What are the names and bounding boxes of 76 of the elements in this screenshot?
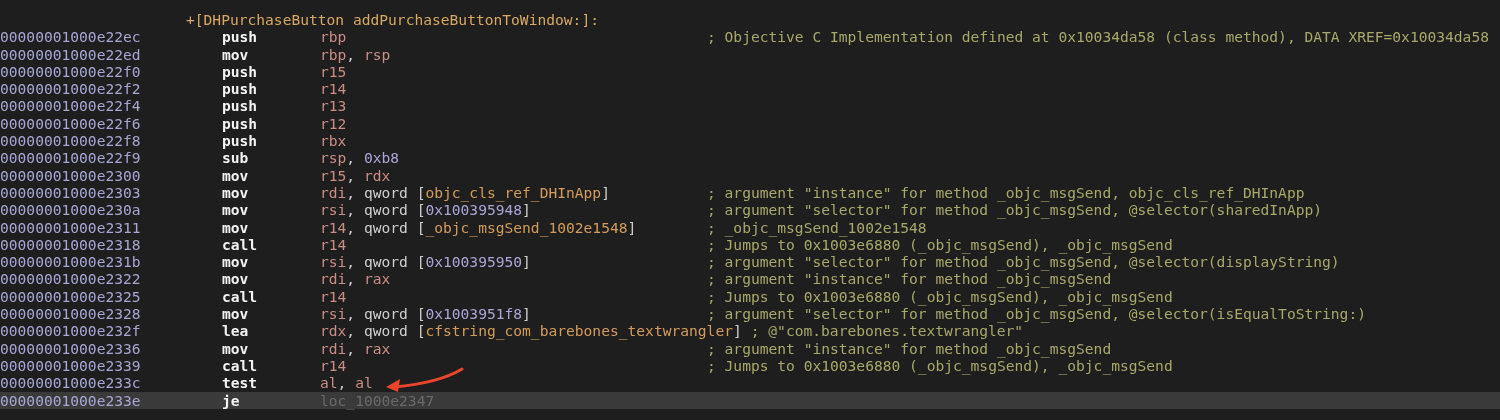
operands: r15 xyxy=(320,62,347,80)
operands: al, al xyxy=(320,374,373,392)
mnemonic: mov xyxy=(222,166,250,184)
operands: r14 xyxy=(320,80,347,98)
mnemonic: mov xyxy=(222,45,250,63)
mnemonic: mov xyxy=(222,253,250,271)
procedure-header: +[DHPurchaseButton addPurchaseButtonToWindow:]: xyxy=(186,11,599,29)
operands: rsi, qword [0x100395948] xyxy=(320,201,531,219)
mnemonic: push xyxy=(222,97,259,115)
comment: ; Objective C Implementation defined at 0x10034da58 (class method), DATA XREF=0x10034da58 xyxy=(707,28,1489,46)
mnemonic: sub xyxy=(222,149,250,167)
address: 00000001000e2339 xyxy=(0,356,142,375)
address: 00000001000e2300 xyxy=(0,166,142,184)
operands: rdx, qword [cfstring_com_barebones_textwrangler] xyxy=(320,322,742,340)
address: 00000001000e232f xyxy=(0,322,142,340)
operands: r14 xyxy=(320,287,347,305)
comment: ; argument "selector" for method _objc_msgSend, @selector(displayString) xyxy=(707,253,1340,271)
address: 00000001000e2303 xyxy=(0,183,142,202)
address: 00000001000e230a xyxy=(0,201,142,219)
address: 00000001000e22f8 xyxy=(0,132,142,150)
mnemonic: mov xyxy=(222,218,250,236)
address: 00000001000e22f2 xyxy=(0,80,142,98)
address: 00000001000e2328 xyxy=(0,305,142,323)
mnemonic: mov xyxy=(222,183,250,202)
address: 00000001000e22f0 xyxy=(0,62,142,81)
comment: ; argument "instance" for method _objc_msgSend xyxy=(707,339,1112,357)
mnemonic: push xyxy=(222,62,259,81)
mnemonic: lea xyxy=(222,322,250,340)
mnemonic: call xyxy=(222,235,259,254)
mnemonic: mov xyxy=(222,305,250,323)
operands: rbp xyxy=(320,28,347,46)
address: 00000001000e233c xyxy=(0,374,142,392)
operands: rdi, qword [objc_cls_ref_DHInApp] xyxy=(320,183,610,201)
operands: r14 xyxy=(320,235,347,253)
operands: rsp, 0xb8 xyxy=(320,149,400,167)
mnemonic: push xyxy=(222,114,259,133)
operands: rdi, rax xyxy=(320,270,391,288)
mnemonic: call xyxy=(222,287,259,306)
operands: r15, rdx xyxy=(320,166,391,184)
mnemonic: mov xyxy=(222,339,250,357)
address: 00000001000e2322 xyxy=(0,270,142,288)
operands: r12 xyxy=(320,114,347,132)
mnemonic: mov xyxy=(222,201,250,219)
comment: ; _objc_msgSend_1002e1548 xyxy=(707,218,927,236)
operands: rsi, qword [0x1003951f8] xyxy=(320,305,531,323)
address: 00000001000e22f6 xyxy=(0,114,142,133)
mnemonic: je xyxy=(222,391,241,409)
address: 00000001000e2325 xyxy=(0,287,142,306)
address: 00000001000e2311 xyxy=(0,218,142,236)
address: 00000001000e2336 xyxy=(0,339,142,357)
comment: ; argument "selector" for method _objc_msgSend, @selector(sharedInApp) xyxy=(707,201,1323,219)
address: 00000001000e22ed xyxy=(0,45,142,63)
mnemonic: push xyxy=(222,80,259,98)
address: 00000001000e233e xyxy=(0,391,142,409)
operands: r14, qword [_objc_msgSend_1002e1548] xyxy=(320,218,637,236)
comment: ; @"com.barebones.textwrangler" xyxy=(750,322,1024,340)
address: 00000001000e231b xyxy=(0,253,142,271)
mnemonic: push xyxy=(222,132,259,150)
mnemonic: mov xyxy=(222,270,250,288)
operands: r14 xyxy=(320,356,347,374)
operands: r13 xyxy=(320,97,347,115)
mnemonic: call xyxy=(222,356,259,375)
address: 00000001000e2318 xyxy=(0,235,142,254)
operands: rbx xyxy=(320,132,347,150)
comment: ; Jumps to 0x1003e6880 (_objc_msgSend), _objc_msgSend xyxy=(707,287,1173,306)
address: 00000001000e22f4 xyxy=(0,97,142,115)
comment: ; argument "instance" for method _objc_msgSend, objc_cls_ref_DHInApp xyxy=(707,183,1305,202)
mnemonic: test xyxy=(222,374,259,392)
comment: ; argument "instance" for method _objc_msgSend xyxy=(707,270,1112,288)
operands: rdi, rax xyxy=(320,339,391,357)
comment: ; argument "selector" for method _objc_msgSend, @selector(isEqualToString:) xyxy=(707,305,1366,323)
mnemonic: push xyxy=(222,28,259,46)
operands: rbp, rsp xyxy=(320,45,391,63)
operands: rsi, qword [0x100395950] xyxy=(320,253,531,271)
address: 00000001000e22ec xyxy=(0,28,142,46)
address: 00000001000e22f9 xyxy=(0,149,142,167)
